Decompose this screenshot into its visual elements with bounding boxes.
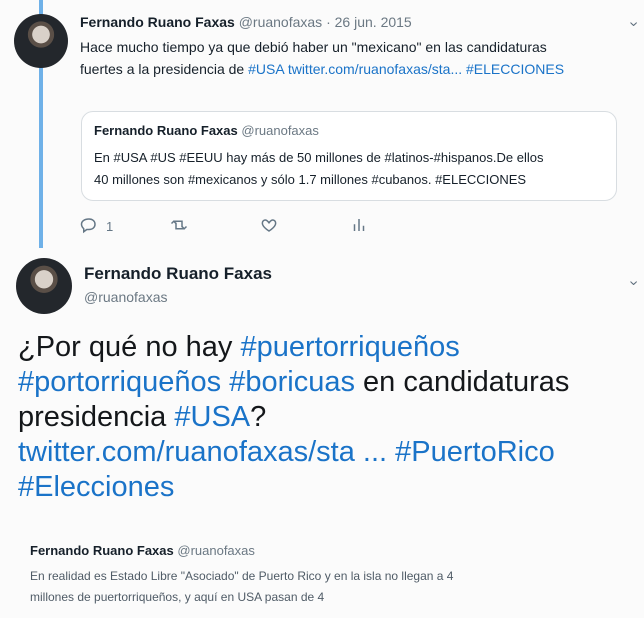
- tweet-text-prefix: fuertes a la presidencia de: [80, 61, 249, 77]
- quoted-tweet-header: Fernando Ruano Faxas @ruanofaxas: [30, 543, 255, 558]
- text-space: [387, 436, 395, 468]
- separator: ·: [322, 14, 335, 30]
- hashtag-link[interactable]: #USA: [174, 401, 250, 433]
- hashtag-link[interactable]: #boricuas: [229, 366, 355, 398]
- hashtag-link[interactable]: #portorriqueños: [18, 366, 221, 398]
- tweet-line-1: ¿Por qué no hay #puertorriqueños: [18, 330, 628, 365]
- tweet-line-5: #Elecciones: [18, 470, 628, 505]
- tweet-header: Fernando Ruano Faxas @ruanofaxas · 26 ju…: [80, 13, 610, 31]
- analytics-button[interactable]: [350, 216, 376, 237]
- url-link[interactable]: twitter.com/ruanofaxas/sta...: [288, 61, 462, 77]
- reply-button[interactable]: 1: [80, 216, 113, 237]
- quoted-tweet-header: Fernando Ruano Faxas @ruanofaxas: [94, 122, 319, 140]
- chevron-down-icon[interactable]: ›: [624, 21, 642, 26]
- quoted-tweet-card[interactable]: Fernando Ruano Faxas @ruanofaxas En #USA…: [81, 111, 617, 201]
- text-suffix: en candidaturas: [354, 366, 570, 398]
- author-name[interactable]: Fernando Ruano Faxas: [84, 264, 272, 284]
- quoted-author-name: Fernando Ruano Faxas: [94, 123, 238, 138]
- tweet-line-2: #portorriqueños #boricuas en candidatura…: [18, 365, 628, 400]
- author-handle[interactable]: @ruanofaxas: [84, 289, 167, 305]
- quoted-tweet-line-1: En #USA #US #EEUU hay más de 50 millones…: [94, 150, 544, 165]
- avatar[interactable]: [14, 14, 68, 68]
- tweet-line-3: presidencia #USA?: [18, 400, 628, 435]
- text-suffix: ?: [250, 401, 267, 433]
- quoted-tweet-text: En #USA #US #EEUU hay más de 50 millones…: [94, 147, 614, 191]
- tweet-text-line-1: Hace mucho tiempo ya que debió haber un …: [80, 39, 547, 55]
- chevron-down-icon[interactable]: ›: [624, 280, 642, 285]
- analytics-icon: [350, 216, 368, 237]
- url-link[interactable]: twitter.com/ruanofaxas/sta ...: [18, 436, 387, 468]
- tweet-line-4: twitter.com/ruanofaxas/sta ... #PuertoRi…: [18, 435, 628, 470]
- hashtag-link[interactable]: #ELECCIONES: [466, 61, 564, 77]
- author-name[interactable]: Fernando Ruano Faxas: [80, 14, 235, 30]
- reply-icon: [80, 216, 98, 237]
- retweet-button[interactable]: [170, 216, 196, 237]
- reply-count: 1: [106, 219, 114, 234]
- quoted-author-handle: @ruanofaxas: [177, 543, 255, 558]
- text-prefix: presidencia: [18, 401, 175, 433]
- tweet-text-line-2: fuertes a la presidencia de #USA twitter…: [80, 58, 610, 80]
- quoted-tweet-line-2: millones de puertorriqueños, y aquí en U…: [30, 590, 325, 604]
- hashtag-link[interactable]: #PuertoRico: [395, 436, 555, 468]
- quoted-author-handle: @ruanofaxas: [241, 123, 319, 138]
- quoted-tweet-text: En realidad es Estado Libre "Asociado" d…: [30, 566, 620, 608]
- avatar[interactable]: [16, 258, 72, 314]
- quoted-tweet-line-2: 40 millones son #mexicanos y sólo 1.7 mi…: [94, 172, 527, 187]
- hashtag-link[interactable]: #puertorriqueños: [240, 331, 459, 363]
- tweet-text: ¿Por qué no hay #puertorriqueños #portor…: [18, 330, 628, 505]
- quoted-tweet-line-1: En realidad es Estado Libre "Asociado" d…: [30, 569, 454, 583]
- retweet-icon: [170, 216, 188, 237]
- quoted-author-name: Fernando Ruano Faxas: [30, 543, 174, 558]
- tweet-actions: 1: [80, 216, 400, 240]
- heart-icon: [260, 216, 278, 237]
- tweet-date[interactable]: 26 jun. 2015: [335, 14, 412, 30]
- text-prefix: ¿Por qué no hay: [18, 331, 241, 363]
- like-button[interactable]: [260, 216, 286, 237]
- author-handle[interactable]: @ruanofaxas: [239, 14, 322, 30]
- hashtag-link[interactable]: #Elecciones: [18, 471, 174, 503]
- text-space: [221, 366, 229, 398]
- hashtag-link[interactable]: #USA: [248, 61, 284, 77]
- tweet-body: Hace mucho tiempo ya que debió haber un …: [80, 36, 610, 80]
